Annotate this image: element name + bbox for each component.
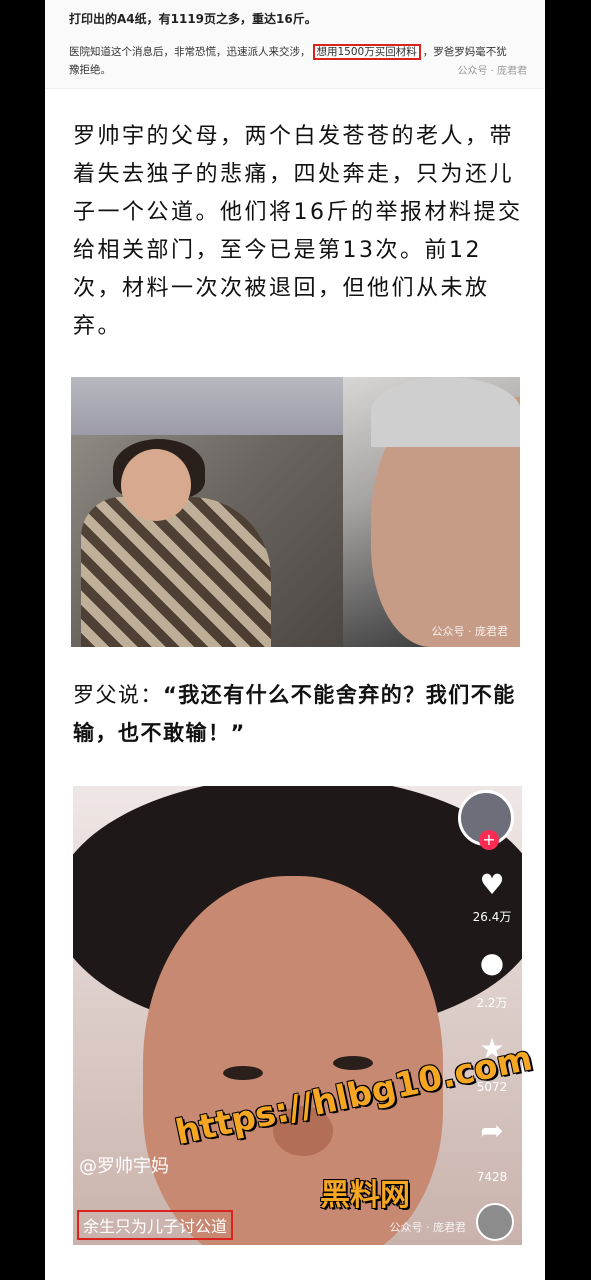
snippet-text-before: 医院知道这个消息后，非常恐慌，迅速派人来交涉， — [69, 46, 311, 58]
photo-mother-face — [121, 449, 191, 521]
snippet-headline: 打印出的A4纸，有1119页之多，重达16斤。 — [69, 12, 317, 26]
snippet-body-line-end: 豫拒绝。 — [69, 64, 111, 76]
video-caption: 余生只为儿子讨公道 — [77, 1210, 234, 1240]
follow-plus-icon[interactable]: + — [479, 830, 499, 850]
photo1-watermark: 公众号 · 庞君君 — [431, 625, 509, 638]
share-count: 7428 — [476, 1170, 508, 1184]
mother-video-screenshot[interactable]: + ♥ 26.4万 ● 2.2万 ★ 5072 ➦ 7428 @罗帅宇妈 余生只… — [73, 786, 522, 1245]
embedded-screenshot-snippet: 打印出的A4纸，有1119页之多，重达16斤。 医院知道这个消息后，非常恐慌，迅… — [45, 0, 545, 89]
snippet-text-after: ，罗爸罗妈毫不犹 — [422, 46, 507, 58]
father-quote: 罗父说：“我还有什么不能舍弃的？我们不能输，也不敢输！” — [73, 676, 523, 752]
snippet-highlight: 想用1500万买回材料 — [312, 44, 421, 60]
overlay-brand-watermark: 黑料网 — [320, 1178, 410, 1213]
video-eye-left — [223, 1066, 263, 1080]
article-paragraph: 罗帅宇的父母，两个白发苍苍的老人，带着失去独子的悲痛，四处奔走，只为还儿子一个公… — [73, 124, 523, 339]
photo-father-hair — [371, 377, 520, 447]
heart-icon[interactable]: ♥ — [474, 868, 510, 901]
snippet-body-line: 医院知道这个消息后，非常恐慌，迅速派人来交涉， 想用1500万买回材料 ，罗爸罗妈毫… — [69, 44, 507, 60]
video-username[interactable]: @罗帅宇妈 — [79, 1152, 169, 1178]
quote-prefix: 罗父说： — [73, 683, 163, 707]
comment-count: 2.2万 — [476, 996, 508, 1010]
comment-icon[interactable]: ● — [474, 946, 510, 979]
photo-blanket — [81, 497, 271, 647]
music-disc-icon[interactable] — [476, 1203, 514, 1241]
snippet-watermark: 公众号 · 庞君君 — [457, 66, 527, 77]
share-icon[interactable]: ➦ — [474, 1114, 510, 1147]
parents-photo-collage[interactable]: 公众号 · 庞君君 — [71, 377, 520, 647]
photo-window-area — [71, 377, 346, 437]
video-eye-right — [333, 1056, 373, 1070]
photo2-watermark: 公众号 · 庞君君 — [389, 1221, 467, 1234]
like-count: 26.4万 — [472, 910, 512, 924]
